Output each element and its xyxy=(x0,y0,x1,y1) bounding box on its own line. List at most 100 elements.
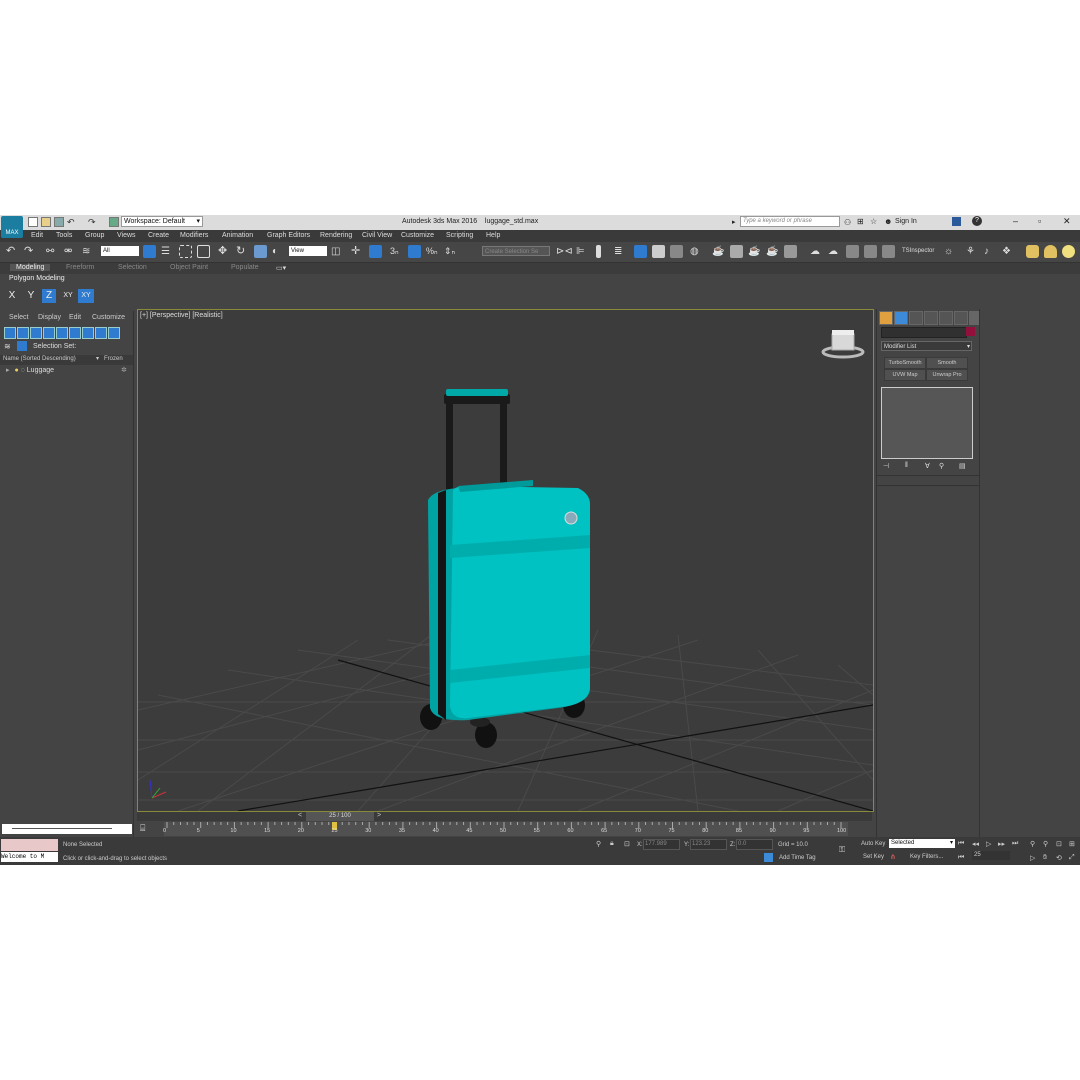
select-by-name-icon[interactable]: ☰ xyxy=(161,245,174,258)
current-frame-field[interactable]: 25 xyxy=(972,851,1010,860)
render-production-icon[interactable]: ☕ xyxy=(748,245,761,258)
reference-coordinate-dropdown[interactable]: View xyxy=(289,246,327,256)
luggage-model[interactable] xyxy=(420,389,590,748)
keyboard-shortcut-toggle-icon[interactable] xyxy=(369,245,382,258)
app-logo[interactable]: MAX xyxy=(1,216,23,238)
workspace-dropdown[interactable]: Workspace: Default ▾ xyxy=(121,216,203,227)
sign-in-link[interactable]: Sign In xyxy=(895,218,917,225)
tab-populate[interactable]: Populate xyxy=(231,264,259,271)
bind-space-warp-icon[interactable]: ≋ xyxy=(82,245,95,258)
redo-icon[interactable]: ↷ xyxy=(24,245,37,258)
time-slider[interactable]: 25 / 100 xyxy=(306,812,374,821)
display-bones-icon[interactable] xyxy=(108,327,120,339)
render-teapot-icon[interactable]: ◌ xyxy=(21,367,25,374)
rotate-icon[interactable]: ↻ xyxy=(236,245,249,258)
help-icon[interactable]: ? xyxy=(972,216,982,226)
menu-group[interactable]: Group xyxy=(85,232,104,239)
set-key-button[interactable]: Set Key xyxy=(863,854,884,860)
pivot-center-icon[interactable]: ◫ xyxy=(331,245,344,258)
auto-key-selection-dropdown[interactable]: Selected ▾ xyxy=(889,839,955,848)
zoom-extents-icon[interactable]: ⊡ xyxy=(1056,840,1062,848)
axis-xy-cycle-button[interactable]: XY xyxy=(78,289,94,303)
y-coordinate-field[interactable]: 123.23 xyxy=(690,839,727,850)
explorer-scroll-area[interactable] xyxy=(2,824,132,834)
snaps-toggle-icon[interactable]: 3ₙ xyxy=(390,245,403,258)
spinner-snap-icon[interactable]: ⇕ₙ xyxy=(444,245,457,258)
menu-animation[interactable]: Animation xyxy=(222,232,253,239)
explorer-menu-select[interactable]: Select xyxy=(9,314,28,321)
next-frame-icon[interactable]: ▸▸ xyxy=(998,840,1005,848)
display-groups-icon[interactable] xyxy=(82,327,94,339)
key-filter-icon[interactable]: ⋔ xyxy=(890,853,896,861)
explorer-scroll-thumb[interactable] xyxy=(12,828,112,829)
column-frozen-header[interactable]: Frozen xyxy=(104,356,123,362)
zoom-icon[interactable]: ⚲ xyxy=(1030,840,1035,848)
tab-object-paint[interactable]: Object Paint xyxy=(170,264,208,271)
viewcube-icon[interactable] xyxy=(821,330,865,359)
make-unique-icon[interactable]: ∀ xyxy=(925,462,930,470)
display-geometry-icon[interactable] xyxy=(4,327,16,339)
orbit-icon[interactable]: ⟲ xyxy=(1056,854,1062,862)
remove-modifier-icon[interactable]: ⚲ xyxy=(939,462,944,470)
menu-graph-editors[interactable]: Graph Editors xyxy=(267,232,310,239)
maxscript-mini-listener[interactable] xyxy=(1,839,58,851)
menu-customize[interactable]: Customize xyxy=(401,232,434,239)
show-end-result-icon[interactable]: ‖ xyxy=(905,462,908,469)
scale-icon[interactable] xyxy=(254,245,267,258)
display-space-warps-icon[interactable] xyxy=(69,327,81,339)
ts-inspector-label[interactable]: TSInspector xyxy=(902,248,934,254)
create-tab-icon[interactable] xyxy=(879,311,893,325)
explorer-menu-customize[interactable]: Customize xyxy=(92,314,125,321)
user-icon[interactable]: ☻ xyxy=(884,217,892,226)
add-time-tag-button[interactable]: Add Time Tag xyxy=(779,855,816,861)
undo-icon[interactable]: ↶ xyxy=(67,217,77,227)
select-manipulate-icon[interactable]: ✛ xyxy=(351,245,364,258)
polygon-modeling-panel[interactable]: Polygon Modeling xyxy=(9,275,65,282)
menu-edit[interactable]: Edit xyxy=(31,232,43,239)
axis-xy-button[interactable]: XY xyxy=(60,289,76,303)
a360-render-icon[interactable] xyxy=(784,245,797,258)
percent-snap-icon[interactable]: %ₙ xyxy=(426,245,439,258)
place-icon[interactable]: ◐ xyxy=(272,245,285,258)
rendered-frame-window-icon[interactable] xyxy=(730,245,743,258)
tool-e-icon[interactable]: ❖ xyxy=(1002,245,1015,258)
yellow-dome-icon[interactable] xyxy=(1044,245,1057,258)
ribbon-options-icon[interactable]: ▭▾ xyxy=(276,264,286,272)
perspective-viewport[interactable]: [+] [Perspective] [Realistic] xyxy=(137,309,874,812)
tab-freeform[interactable]: Freeform xyxy=(66,264,94,271)
column-name-header[interactable]: Name (Sorted Descending) xyxy=(3,356,76,362)
tool-d-icon[interactable]: ⚘ xyxy=(966,245,979,258)
prev-frame-icon[interactable]: < xyxy=(298,812,302,819)
selection-filter-dropdown[interactable]: All xyxy=(101,246,139,256)
hierarchy-icon[interactable] xyxy=(17,341,27,351)
display-xrefs-icon[interactable] xyxy=(95,327,107,339)
display-lights-icon[interactable] xyxy=(30,327,42,339)
pan-hand-icon[interactable]: ✋︎ xyxy=(1043,854,1047,862)
menu-help[interactable]: Help xyxy=(486,232,500,239)
binoculars-icon[interactable]: ⚇ xyxy=(844,218,851,227)
menu-views[interactable]: Views xyxy=(117,232,136,239)
pin-stack-icon[interactable]: ⊣ xyxy=(883,462,889,470)
schematic-view-icon[interactable] xyxy=(670,245,683,258)
isolate-icon[interactable]: ⚲ xyxy=(596,840,601,848)
exchange-icon[interactable] xyxy=(952,217,961,226)
x-coordinate-field[interactable]: 177.989 xyxy=(643,839,680,850)
next-frame-icon[interactable]: > xyxy=(377,812,381,819)
menu-rendering[interactable]: Rendering xyxy=(320,232,352,239)
window-crossing-icon[interactable] xyxy=(197,245,210,258)
modify-tab-icon[interactable] xyxy=(894,311,908,325)
play-icon[interactable]: ▷ xyxy=(986,840,991,848)
motion-tab-icon[interactable] xyxy=(924,311,938,325)
link-icon[interactable]: ⚯ xyxy=(46,245,59,258)
menu-create[interactable]: Create xyxy=(148,232,169,239)
yellow-box-icon[interactable] xyxy=(1026,245,1039,258)
cloud-outline-icon[interactable]: ☁ xyxy=(828,245,841,258)
absolute-mode-icon[interactable]: ⊡ xyxy=(624,840,630,848)
project-folder-icon[interactable] xyxy=(109,217,119,227)
angle-snap-icon[interactable] xyxy=(408,245,421,258)
render-iterative-icon[interactable]: ☕ xyxy=(766,245,779,258)
turbosmooth-button[interactable]: TurboSmooth xyxy=(884,357,926,369)
modifier-list-dropdown[interactable]: Modifier List ▾ xyxy=(881,341,972,351)
expand-arrow-icon[interactable]: ▸ xyxy=(6,367,10,374)
modifier-stack[interactable] xyxy=(881,387,973,459)
